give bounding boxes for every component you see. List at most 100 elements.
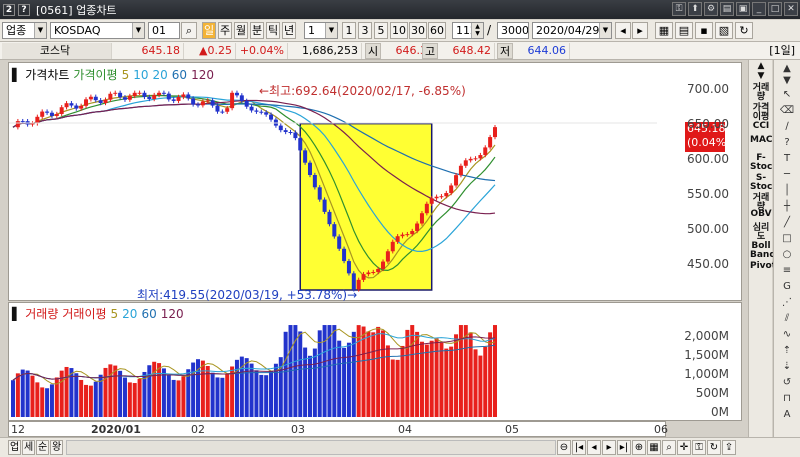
arrow-up-tool-icon[interactable]: ⇡ (778, 344, 796, 358)
indicator-pivot[interactable]: Pivot (750, 262, 776, 271)
pointer-icon[interactable]: ↖ (778, 88, 796, 102)
candle (259, 111, 264, 113)
scroll-prev-icon[interactable]: ◂ (587, 440, 601, 455)
zoom-in-icon[interactable]: ⊕ (632, 440, 646, 455)
fibonacci-icon[interactable]: ≡ (778, 264, 796, 278)
spinner-icon[interactable]: ▲ ▼ (471, 23, 483, 38)
indicator-sstoc[interactable]: S-Stoc (750, 174, 772, 192)
count-input[interactable]: 112 ▲ ▼ (452, 22, 484, 39)
chevron-down-icon[interactable]: ▼ (132, 23, 144, 38)
scroll-next-icon[interactable]: ▸ (602, 440, 616, 455)
minimize-button[interactable]: _ (752, 2, 766, 16)
magnify-icon[interactable]: ⌕ (662, 440, 676, 455)
interval-5-button[interactable]: 5 (374, 22, 388, 39)
period-minute-button[interactable]: 분 (250, 22, 265, 39)
export-icon[interactable]: ⇪ (722, 440, 736, 455)
period-year-button[interactable]: 년 (282, 22, 297, 39)
line-tool-icon[interactable]: ∕ (778, 120, 796, 134)
period-tick-button[interactable]: 틱 (266, 22, 281, 39)
refresh-icon[interactable]: ↻ (707, 440, 721, 455)
interval-1-button[interactable]: 1 (342, 22, 356, 39)
chevron-down-icon[interactable]: ▼ (34, 23, 46, 38)
channel-tool-icon[interactable]: ⫽ (778, 312, 796, 326)
help-icon[interactable]: ? (778, 136, 796, 150)
arrow-down-tool-icon[interactable]: ⇣ (778, 360, 796, 374)
settings-icon[interactable]: ⚙ (704, 2, 718, 16)
interval-60-button[interactable]: 60 (428, 22, 446, 39)
indicator-macd[interactable]: MACD (750, 136, 780, 145)
horizontal-scrollbar[interactable] (66, 440, 556, 455)
vertical-line-icon[interactable]: │ (778, 184, 796, 198)
scroll-first-icon[interactable]: |◂ (572, 440, 586, 455)
rectangle-tool-icon[interactable]: □ (778, 232, 796, 246)
horizontal-line-icon[interactable]: ─ (778, 168, 796, 182)
layout-icon[interactable]: ▧ (715, 22, 733, 39)
indicator-obv[interactable]: OBV (750, 210, 772, 219)
scroll-down-icon[interactable]: ▼ (750, 72, 772, 81)
period-day-button[interactable]: 일 (202, 22, 217, 39)
price-chart-panel[interactable]: ▌ 가격차트 가격이평 5 10 20 60 120 ←최고:692.64(2020/02/1… (8, 62, 742, 302)
indicator-volume[interactable]: 거래량 (750, 84, 772, 102)
save-icon[interactable]: ▪ (695, 22, 713, 39)
market-select[interactable]: KOSDAQ ▼ (50, 22, 145, 39)
bottom-tab-sector[interactable]: 업 (8, 440, 22, 455)
maximize-button[interactable]: □ (768, 2, 782, 16)
interval-10-button[interactable]: 10 (390, 22, 408, 39)
window-mode-icon[interactable]: ▣ (736, 2, 750, 16)
indicator-fstoc[interactable]: F-Stoc (750, 154, 772, 172)
bottom-tab-order[interactable]: 순 (36, 440, 50, 455)
code-input[interactable]: 01 (148, 22, 180, 39)
candle (225, 108, 230, 112)
print-icon[interactable]: ▤ (720, 2, 734, 16)
category-select[interactable]: 업종 ▼ (2, 22, 47, 39)
lock-icon[interactable]: ⚿ (692, 440, 706, 455)
interval-3-button[interactable]: 3 (358, 22, 372, 39)
volume-chart-panel[interactable]: ▌ 거래량 거래이평 5 20 60 120 2,000M 1,500M 1,000M 50… (8, 302, 742, 421)
step-forward-icon[interactable]: ▸ (632, 22, 648, 39)
wave-tool-icon[interactable]: ∿ (778, 328, 796, 342)
trend-line-icon[interactable]: ╱ (778, 216, 796, 230)
bottom-tab-king[interactable]: 왕 (50, 440, 64, 455)
period-week-button[interactable]: 주 (218, 22, 233, 39)
chart-type-icon[interactable]: ▦ (655, 22, 673, 39)
cycle-tool-icon[interactable]: ↺ (778, 376, 796, 390)
ellipse-tool-icon[interactable]: ○ (778, 248, 796, 262)
refresh-icon[interactable]: ↻ (735, 22, 753, 39)
scroll-up-icon[interactable]: ▲ (750, 62, 772, 71)
eraser-icon[interactable]: ⌫ (778, 104, 796, 118)
indicator-psychology[interactable]: 심리도 (750, 224, 772, 242)
auto-icon[interactable]: A (778, 408, 796, 422)
cursor-icon[interactable]: ✛ (677, 440, 691, 455)
grid-icon[interactable]: ▦ (647, 440, 661, 455)
step-back-icon[interactable]: ◂ (615, 22, 631, 39)
close-button[interactable]: ✕ (784, 2, 798, 16)
search-icon[interactable]: ⌕ (181, 22, 197, 39)
period-month-button[interactable]: 월 (234, 22, 249, 39)
indicator-bollinger[interactable]: Boll Band (750, 242, 776, 260)
cross-line-icon[interactable]: ┼ (778, 200, 796, 214)
pin-icon[interactable]: ⬆ (688, 2, 702, 16)
candle (366, 272, 371, 275)
candle (220, 111, 225, 113)
chevron-down-icon[interactable]: ▼ (599, 23, 611, 38)
help-icon[interactable]: ? (18, 3, 30, 16)
bottom-tab-detail[interactable]: 세 (22, 440, 36, 455)
interval-select[interactable]: 1 ▼ (304, 22, 338, 39)
indicator-cci[interactable]: CCI (750, 122, 772, 131)
gann-tool-icon[interactable]: G (778, 280, 796, 294)
table-icon[interactable]: ▤ (675, 22, 693, 39)
text-tool-icon[interactable]: T (778, 152, 796, 166)
candle (49, 112, 54, 116)
scroll-down-icon[interactable]: ▼ (778, 74, 796, 88)
date-picker[interactable]: 2020/04/29 ▼ (532, 22, 612, 39)
chevron-down-icon[interactable]: ▼ (325, 23, 337, 38)
candle (444, 193, 449, 197)
indicator-price-ma[interactable]: 가격이평 (750, 104, 772, 122)
total-count-input[interactable]: 3000 (497, 22, 529, 39)
fan-tool-icon[interactable]: ⋰ (778, 296, 796, 310)
zoom-out-icon[interactable]: ⊖ (557, 440, 571, 455)
magnet-icon[interactable]: ⊓ (778, 392, 796, 406)
scroll-last-icon[interactable]: ▸| (617, 440, 631, 455)
link-icon[interactable]: ⚿ (672, 2, 686, 16)
interval-30-button[interactable]: 30 (409, 22, 427, 39)
